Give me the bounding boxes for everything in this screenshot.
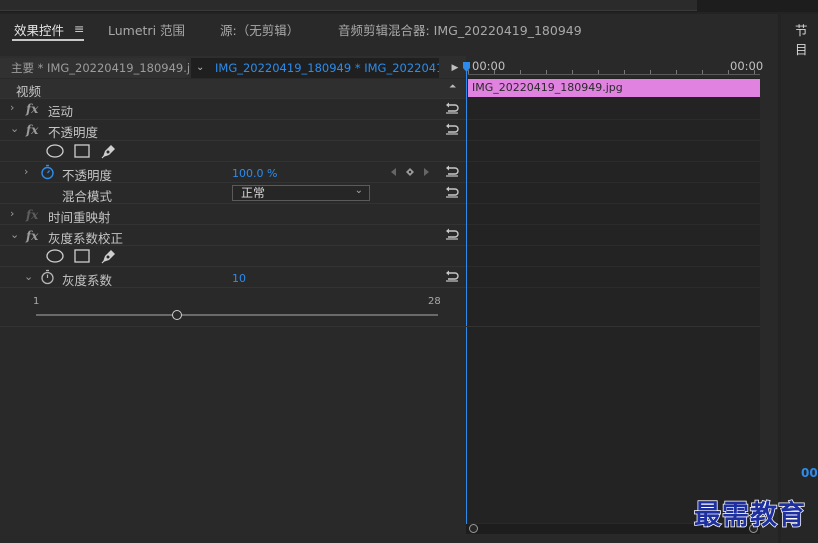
reset-icon[interactable] <box>445 164 459 178</box>
sequence-clip-selector[interactable]: ⌄ IMG_20220419_180949 * IMG_20220419_... <box>191 58 439 78</box>
tab-program[interactable]: 节目 <box>795 20 818 58</box>
row-divider <box>467 140 760 141</box>
gamma-slider-knob[interactable] <box>171 310 182 320</box>
reset-icon[interactable] <box>445 269 459 283</box>
fx-icon[interactable]: fx <box>26 229 38 243</box>
collapse-icon[interactable]: ⏶ <box>449 82 456 92</box>
ellipse-mask-icon[interactable] <box>46 249 64 263</box>
tab-lumetri-scopes[interactable]: Lumetri 范围 <box>108 20 185 39</box>
chevron-down-icon[interactable]: ⌄ <box>10 122 19 135</box>
chevron-down-icon[interactable]: ⌄ <box>10 228 19 241</box>
pen-mask-icon[interactable] <box>100 142 118 160</box>
sequence-clip-label: IMG_20220419_180949 * IMG_20220419_... <box>215 61 439 75</box>
rectangle-mask-icon[interactable] <box>74 144 90 158</box>
scrollbar-left-handle[interactable] <box>469 524 478 533</box>
blend-mode-label: 混合模式 <box>62 189 113 204</box>
program-timecode: 00 <box>801 466 818 480</box>
slider-max-label: 28 <box>428 296 441 307</box>
blend-mode-dropdown[interactable]: 正常 ⌄ <box>232 185 370 201</box>
chevron-right-icon[interactable]: › <box>24 165 28 178</box>
stopwatch-icon[interactable] <box>40 269 55 285</box>
row-divider <box>0 98 466 99</box>
timeline-area[interactable] <box>466 78 760 523</box>
chevron-right-icon[interactable]: › <box>10 207 14 220</box>
slider-min-label: 1 <box>33 296 40 307</box>
blend-mode-value: 正常 <box>241 186 266 200</box>
panel-menu-icon[interactable]: ≡ <box>74 21 84 36</box>
row-divider <box>0 266 466 267</box>
fx-icon: fx <box>26 208 39 222</box>
ellipse-mask-icon[interactable] <box>46 144 64 158</box>
effect-opacity-label: 不透明度 <box>48 125 99 140</box>
reset-icon[interactable] <box>445 122 459 136</box>
row-divider <box>0 326 760 327</box>
keyframe-navigator[interactable] <box>390 167 434 177</box>
row-divider <box>467 119 760 120</box>
gamma-slider-track[interactable] <box>36 314 438 316</box>
row-divider <box>467 224 760 225</box>
reset-icon[interactable] <box>445 101 459 115</box>
reset-icon[interactable] <box>445 227 459 241</box>
row-divider <box>0 161 466 162</box>
fx-icon[interactable]: fx <box>26 123 38 137</box>
row-divider <box>467 161 760 162</box>
timeline-clip[interactable]: IMG_20220419_180949.jpg <box>468 79 760 97</box>
effect-gamma-label: 灰度系数校正 <box>48 231 124 246</box>
chevron-down-icon: ⌄ <box>354 185 363 196</box>
opacity-param-label: 不透明度 <box>62 168 113 183</box>
program-monitor-panel <box>781 14 818 543</box>
rectangle-mask-icon[interactable] <box>74 249 90 263</box>
row-divider <box>467 182 760 183</box>
row-divider <box>467 266 760 267</box>
reset-icon[interactable] <box>445 185 459 199</box>
master-clip-label[interactable]: 主要 * IMG_20220419_180949.jpg <box>0 58 205 78</box>
video-section-header <box>0 79 466 98</box>
window-top-strip <box>0 0 818 12</box>
row-divider <box>467 245 760 246</box>
row-divider <box>467 287 760 288</box>
tab-effect-controls[interactable]: 效果控件 <box>14 20 64 39</box>
chevron-down-icon[interactable]: ⌄ <box>24 270 33 283</box>
stopwatch-icon[interactable] <box>40 164 55 180</box>
row-divider <box>467 203 760 204</box>
playhead-line[interactable] <box>466 64 467 524</box>
top-strip-box <box>0 0 697 11</box>
tab-source[interactable]: 源:（无剪辑） <box>220 20 299 39</box>
effect-time-remap-label: 时间重映射 <box>48 210 111 225</box>
time-ruler[interactable] <box>468 70 760 75</box>
pen-mask-icon[interactable] <box>100 247 118 265</box>
watermark-logo: 最需教育 <box>693 499 806 532</box>
timeline-start-time: 00:00 <box>472 59 506 73</box>
chevron-down-icon: ⌄ <box>196 62 205 73</box>
gamma-param-label: 灰度系数 <box>62 273 113 288</box>
effect-motion-label: 运动 <box>48 104 74 119</box>
timeline-end-time: 00:00 <box>730 59 764 73</box>
chevron-right-icon[interactable]: › <box>10 101 14 114</box>
active-tab-underline <box>12 39 84 41</box>
opacity-value[interactable]: 100.0 % <box>232 167 277 180</box>
fx-icon[interactable]: fx <box>26 102 38 116</box>
play-only-audio-button[interactable]: ▶ <box>447 60 463 76</box>
gamma-value[interactable]: 10 <box>232 272 246 285</box>
tab-audio-clip-mixer[interactable]: 音频剪辑混合器: IMG_20220419_180949 <box>338 20 582 39</box>
